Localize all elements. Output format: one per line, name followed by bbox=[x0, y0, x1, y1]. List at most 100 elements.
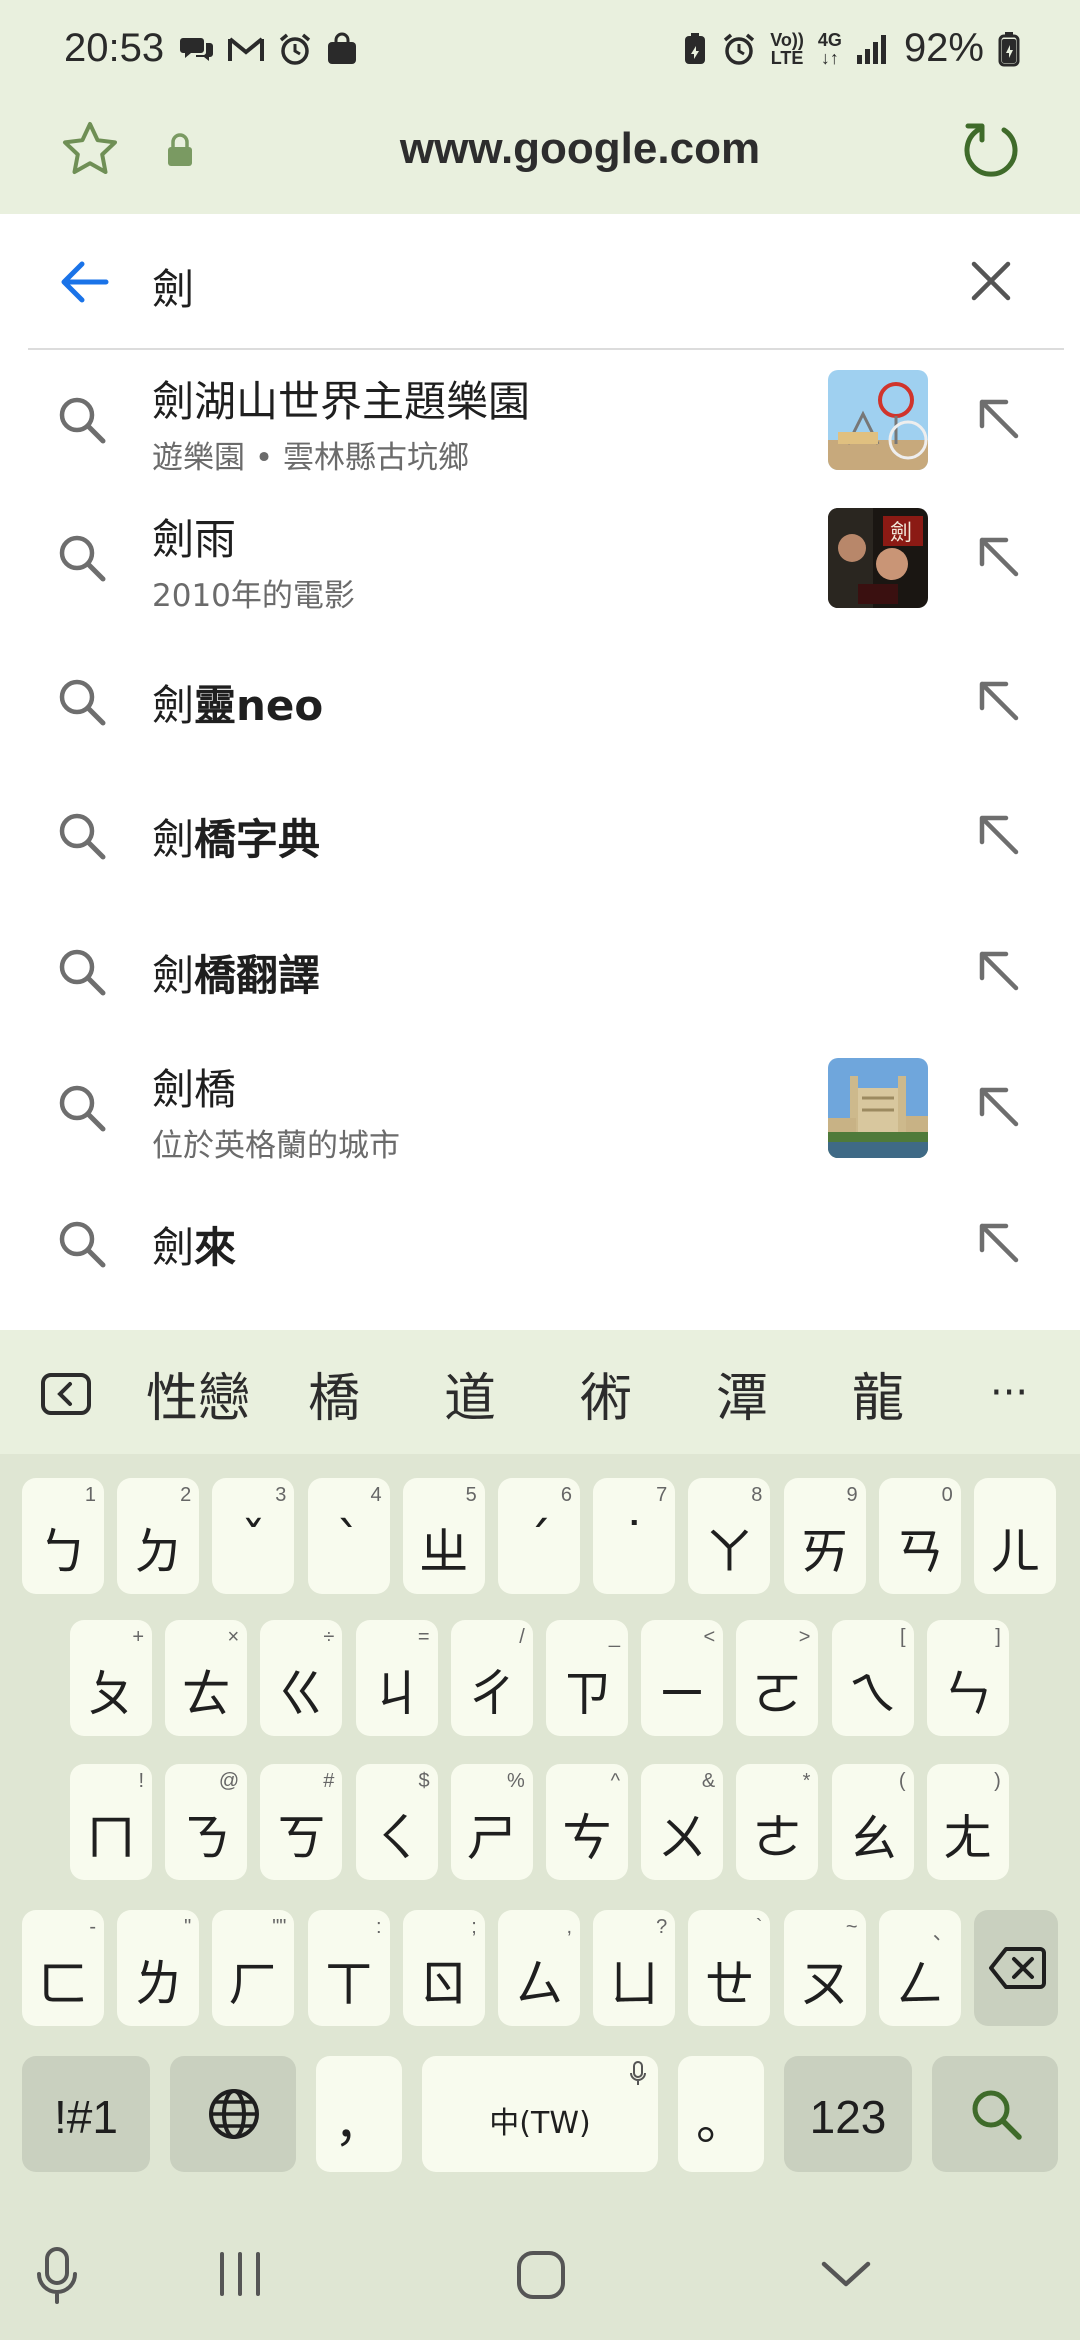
signal-icon bbox=[856, 34, 886, 64]
key[interactable]: ㄒ: bbox=[307, 1910, 390, 2026]
key[interactable]: ˙ 7 bbox=[593, 1478, 676, 1594]
suggestion-completion: 靈neo bbox=[194, 681, 324, 730]
key[interactable]: ㄈ- bbox=[22, 1910, 104, 2026]
key[interactable]: ㄟ[ bbox=[831, 1620, 914, 1736]
key[interactable]: ㄗ _ bbox=[546, 1620, 628, 1736]
key-hint: ] bbox=[995, 1626, 1001, 1648]
key[interactable]: ㄢ0 bbox=[878, 1478, 961, 1594]
key-hint: 3 bbox=[275, 1484, 287, 1506]
key[interactable]: ㄑ $ bbox=[355, 1764, 438, 1880]
suggestion-item[interactable]: 劍靈neo bbox=[0, 632, 1080, 768]
suggestion-item[interactable]: 劍來 bbox=[0, 1174, 1080, 1310]
key-hint: 9 bbox=[846, 1484, 858, 1506]
arrow-up-left-icon[interactable] bbox=[972, 392, 1024, 448]
reload-icon[interactable] bbox=[960, 120, 1022, 182]
key-hint: # bbox=[323, 1770, 335, 1792]
key[interactable]: ㄔ / bbox=[450, 1620, 533, 1736]
key[interactable]: ㄩ? bbox=[593, 1910, 676, 2026]
key[interactable]: ㄦ bbox=[974, 1478, 1056, 1594]
arrow-up-left-icon[interactable] bbox=[972, 808, 1024, 864]
suggestion-item[interactable]: 劍湖山世界主題樂園 遊樂園 • 雲林縣古坑鄉 bbox=[0, 350, 1080, 486]
url-text[interactable]: www.google.com bbox=[0, 124, 1080, 174]
arrow-up-left-icon[interactable] bbox=[972, 944, 1024, 1000]
suggestion-item[interactable]: 劍橋翻譯 bbox=[0, 902, 1080, 1038]
close-icon[interactable] bbox=[968, 258, 1014, 304]
key-label: ㄊ bbox=[181, 1665, 232, 1723]
key-label: ㄅ bbox=[38, 1523, 88, 1581]
candidate-word[interactable]: 道 bbox=[444, 1356, 496, 1431]
home-icon[interactable] bbox=[516, 2250, 566, 2300]
microphone-icon[interactable] bbox=[34, 2246, 80, 2306]
key[interactable]: ㄠ( bbox=[831, 1764, 914, 1880]
key[interactable]: ㄛ > bbox=[736, 1620, 819, 1736]
suggestion-item[interactable]: 劍雨 2010年的電影劍 bbox=[0, 488, 1080, 624]
key[interactable]: ㄏ "" bbox=[212, 1910, 295, 2026]
key[interactable]: ㄣ] bbox=[926, 1620, 1009, 1736]
key-hint: < bbox=[703, 1626, 716, 1648]
key[interactable]: ㄐ = bbox=[355, 1620, 438, 1736]
key[interactable]: ㄊ × bbox=[165, 1620, 248, 1736]
key[interactable]: ㄥ、 bbox=[878, 1910, 961, 2026]
candidate-word[interactable]: 術 bbox=[580, 1356, 632, 1431]
language-key[interactable] bbox=[170, 2056, 296, 2172]
key[interactable]: ㄨ & bbox=[641, 1764, 724, 1880]
search-enter-key[interactable] bbox=[932, 2056, 1058, 2172]
suggestion-subtitle: 遊樂園 • 雲林縣古坑鄉 bbox=[152, 440, 469, 476]
key[interactable]: ㄧ < bbox=[641, 1620, 724, 1736]
suggestion-prefix: 劍 bbox=[152, 681, 195, 730]
symbols-key[interactable]: !#1 bbox=[22, 2056, 150, 2172]
arrow-up-left-icon[interactable] bbox=[972, 1216, 1024, 1272]
key[interactable]: ㄞ9 bbox=[783, 1478, 866, 1594]
suggestion-item[interactable]: 劍橋字典 bbox=[0, 766, 1080, 902]
search-input[interactable]: 劍 bbox=[152, 256, 194, 317]
key[interactable]: ㄋ @ bbox=[165, 1764, 248, 1880]
key[interactable]: ˊ6 bbox=[498, 1478, 580, 1594]
key[interactable]: ㄙ, bbox=[498, 1910, 580, 2026]
candidate-word[interactable]: 龍 bbox=[852, 1356, 904, 1431]
key[interactable]: ˇ3 bbox=[212, 1478, 295, 1594]
key[interactable]: ㄚ8 bbox=[688, 1478, 771, 1594]
suggestion-completion: 湖山世界主題樂園 bbox=[194, 377, 531, 426]
space-key[interactable]: 中(TW) bbox=[422, 2056, 658, 2172]
alarm-icon bbox=[279, 33, 311, 65]
backspace-key[interactable] bbox=[974, 1910, 1058, 2026]
recent-apps-icon[interactable] bbox=[216, 2250, 264, 2298]
key[interactable]: ㄡ ~ bbox=[783, 1910, 866, 2026]
key-label: ㄚ bbox=[704, 1523, 755, 1581]
key[interactable]: ㄖ; bbox=[402, 1910, 485, 2026]
key-hint: 4 bbox=[370, 1484, 382, 1506]
battery-charging-icon bbox=[998, 31, 1020, 66]
key[interactable]: ㄓ5 bbox=[402, 1478, 485, 1594]
candidate-word[interactable]: 橋 bbox=[308, 1356, 360, 1431]
comma-key[interactable]: ， bbox=[316, 2056, 402, 2172]
arrow-up-left-icon[interactable] bbox=[972, 674, 1024, 730]
more-candidates-button[interactable]: ··· bbox=[990, 1370, 1028, 1416]
key[interactable]: ˋ4 bbox=[307, 1478, 390, 1594]
key[interactable]: ㄕ% bbox=[450, 1764, 533, 1880]
key-label: ㄜ bbox=[752, 1809, 803, 1867]
key[interactable]: ㄅ1 bbox=[22, 1478, 104, 1594]
key[interactable]: ㄎ # bbox=[260, 1764, 343, 1880]
collapse-candidates-icon[interactable] bbox=[40, 1372, 92, 1416]
key-label: ㄩ bbox=[609, 1955, 660, 2013]
arrow-up-left-icon[interactable] bbox=[972, 530, 1024, 586]
key[interactable]: ㄆ + bbox=[70, 1620, 152, 1736]
arrow-up-left-icon[interactable] bbox=[972, 1080, 1024, 1136]
back-arrow-icon[interactable] bbox=[56, 254, 112, 310]
key[interactable]: ㄜ * bbox=[736, 1764, 819, 1880]
candidate-word[interactable]: 性戀 bbox=[146, 1356, 250, 1431]
key[interactable]: ㄝ ` bbox=[688, 1910, 771, 2026]
number-key[interactable]: 123 bbox=[784, 2056, 912, 2172]
suggestion-item[interactable]: 劍橋 位於英格蘭的城市 bbox=[0, 1038, 1080, 1174]
period-key[interactable]: 。 bbox=[678, 2056, 764, 2172]
key[interactable]: ㄌ " bbox=[117, 1910, 200, 2026]
system-status-icons: Vo)) LTE 4G ↓↑ 92% bbox=[682, 26, 1020, 71]
candidate-word[interactable]: 潭 bbox=[716, 1356, 768, 1431]
notification-icons bbox=[180, 32, 358, 66]
key[interactable]: ㄘ ^ bbox=[546, 1764, 628, 1880]
key[interactable]: ㄉ2 bbox=[117, 1478, 200, 1594]
key[interactable]: ㄤ) bbox=[926, 1764, 1009, 1880]
key[interactable]: ㄇ! bbox=[70, 1764, 152, 1880]
hide-keyboard-icon[interactable] bbox=[820, 2258, 872, 2290]
key[interactable]: ㄍ ÷ bbox=[260, 1620, 343, 1736]
